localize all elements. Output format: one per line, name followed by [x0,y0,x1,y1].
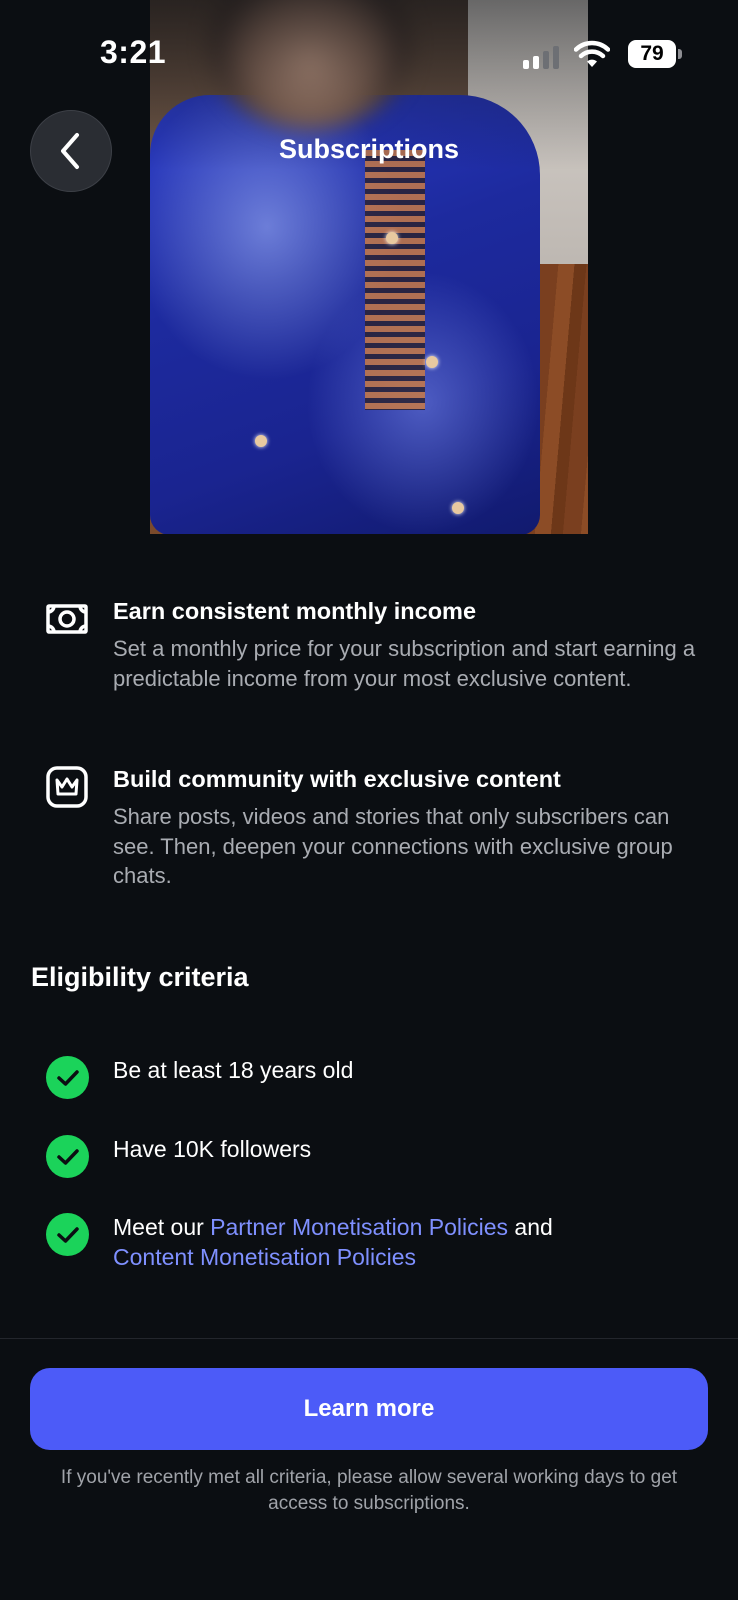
check-circle-icon [46,1135,89,1178]
crown-badge-icon [46,766,88,808]
criteria-text: Have 10K followers [113,1136,312,1162]
money-icon [46,604,88,634]
criteria-text: Be at least 18 years old [113,1057,354,1083]
wifi-icon [574,40,610,67]
check-circle-icon [46,1213,89,1256]
page-title: Subscriptions [278,134,460,164]
criteria-prefix: Meet our [113,1214,211,1240]
feature-description: Share posts, videos and stories that onl… [113,804,673,888]
learn-more-button[interactable]: Learn more [30,1368,708,1450]
content-monetisation-policies-link[interactable]: Content Monetisation Policies [113,1244,416,1270]
battery-level: 79 [628,40,676,68]
feature-title: Earn consistent monthly income [113,598,477,624]
eligibility-title: Eligibility criteria [31,962,249,992]
status-time: 3:21 [100,34,167,70]
feature-title: Build community with exclusive content [113,766,561,792]
feature-description: Set a monthly price for your subscriptio… [113,636,696,691]
criteria-connector: and [508,1214,553,1240]
partner-monetisation-policies-link[interactable]: Partner Monetisation Policies [210,1214,508,1240]
criteria-text: Meet our Partner Monetisation Policies a… [113,1213,713,1272]
status-bar: 3:21 79 [0,0,738,100]
divider [0,1338,738,1339]
check-circle-icon [46,1056,89,1099]
footnote-text: If you've recently met all criteria, ple… [60,1467,678,1514]
battery-icon: 79 [628,40,682,68]
cellular-signal-icon [523,46,559,69]
